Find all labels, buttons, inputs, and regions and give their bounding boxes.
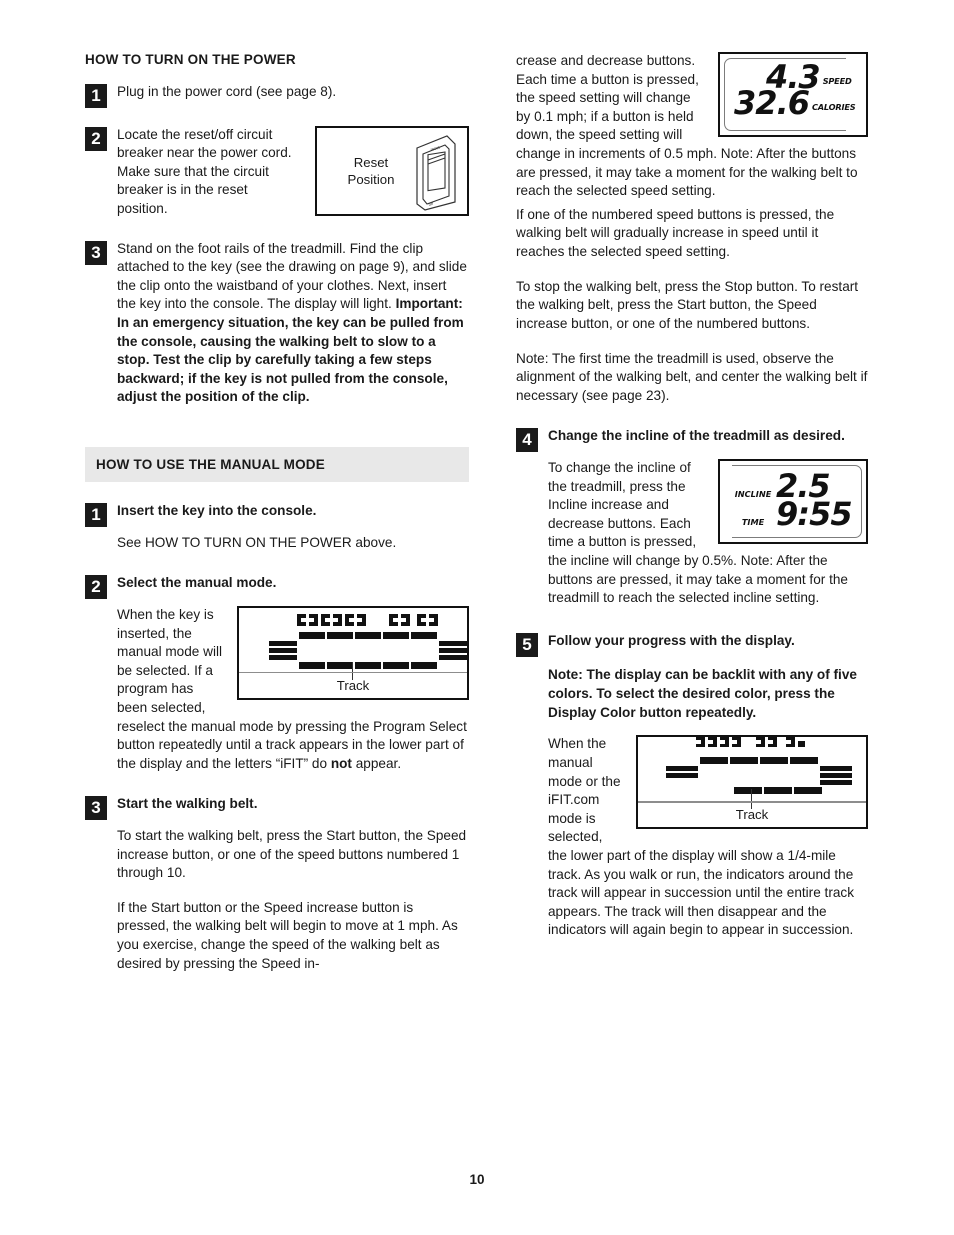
track-caption: Track — [336, 677, 370, 693]
track-leader-line — [751, 789, 753, 810]
speed-label: SPEED — [822, 76, 852, 86]
track-divider — [239, 671, 467, 674]
step-text: Plug in the power cord (see page 8). — [117, 84, 337, 99]
step-text: If the Start button or the Speed increas… — [117, 899, 458, 971]
manual-page: HOW TO TURN ON THE POWER 1 Plug in the p… — [0, 0, 954, 1235]
manual-mode-track-figure: Track — [237, 605, 469, 700]
step-manual-2: 2 Select the manual mode. Track When the… — [85, 574, 469, 773]
step-text: To start the walking belt, press the Sta… — [117, 828, 467, 881]
right-column: 4.3 SPEED 32.6 CALORIES crease and decre… — [516, 52, 868, 954]
right-paragraph-3: Note: The first time the treadmill is us… — [516, 350, 868, 403]
time-label: TIME — [741, 516, 765, 527]
step-number-badge: 1 — [85, 503, 107, 528]
lcd-calories-row: 32.6 CALORIES — [734, 84, 856, 122]
step-power-3: 3 Stand on the foot rails of the treadmi… — [85, 240, 469, 407]
step-manual-1: 1 Insert the key into the console. See H… — [85, 502, 469, 552]
step-number-badge: 5 — [516, 632, 538, 657]
left-column: HOW TO TURN ON THE POWER 1 Plug in the p… — [85, 52, 469, 987]
step-number-badge: 2 — [85, 575, 107, 600]
step-text: See HOW TO TURN ON THE POWER above. — [117, 534, 397, 550]
progress-track-figure: Track — [636, 735, 868, 830]
step-title: Insert the key into the console. — [117, 503, 317, 519]
step-text-tail: appear. — [351, 755, 402, 771]
step-title: Start the walking belt. — [117, 796, 258, 812]
incline-time-display-figure: INCLINE 2.5 TIME 9:55 — [718, 458, 868, 544]
step-text-emphasis: not — [330, 755, 352, 771]
reset-position-figure: Reset Position reset off — [315, 125, 469, 216]
step-operation-4: 4 Change the incline of the treadmill as… — [516, 427, 868, 607]
step-power-2: 2 Reset Position reset off Locate the re… — [85, 125, 469, 222]
lcd-time-row: TIME 9:55 — [730, 494, 853, 533]
step-note: Note: The display can be backlit with an… — [548, 667, 857, 720]
step-title: Change the incline of the treadmill as d… — [548, 428, 845, 444]
step-number-badge: 3 — [85, 240, 107, 265]
continuation-block: 4.3 SPEED 32.6 CALORIES crease and decre… — [516, 52, 868, 201]
calories-label: CALORIES — [811, 102, 856, 112]
step-text: Stand on the foot rails of the treadmill… — [117, 240, 469, 407]
track-caption: Track — [735, 807, 769, 823]
step-number-badge: 4 — [516, 428, 538, 453]
step-number-badge: 3 — [85, 796, 107, 821]
step-number-badge: 1 — [85, 84, 107, 108]
page-number: 10 — [469, 1172, 485, 1187]
right-paragraph-1: If one of the numbered speed buttons is … — [516, 206, 835, 260]
time-value: 9:55 — [776, 494, 853, 533]
circuit-breaker-switch-icon: reset off — [416, 134, 456, 211]
right-paragraph-2: To stop the walking belt, press the Stop… — [516, 278, 859, 331]
step-title: Select the manual mode. — [117, 575, 277, 591]
incline-label: INCLINE — [734, 488, 772, 499]
track-divider — [638, 801, 866, 803]
reset-position-label: Reset Position — [347, 154, 395, 188]
section-heading-power: HOW TO TURN ON THE POWER — [85, 52, 296, 67]
step-operation-5: 5 Follow your progress with the display.… — [516, 632, 868, 940]
step-title: Follow your progress with the display. — [548, 632, 795, 648]
calories-value: 32.6 — [734, 84, 810, 122]
section-heading-manual-mode: HOW TO USE THE MANUAL MODE — [85, 447, 469, 483]
step-power-1: 1 Plug in the power cord (see page 8). — [85, 83, 469, 108]
speed-calories-display-figure: 4.3 SPEED 32.6 CALORIES — [718, 52, 868, 137]
step-number-badge: 2 — [85, 126, 107, 151]
step-manual-3: 3 Start the walking belt. To start the w… — [85, 795, 469, 973]
step-text-important: Important: In an emergency situation, th… — [117, 296, 464, 405]
